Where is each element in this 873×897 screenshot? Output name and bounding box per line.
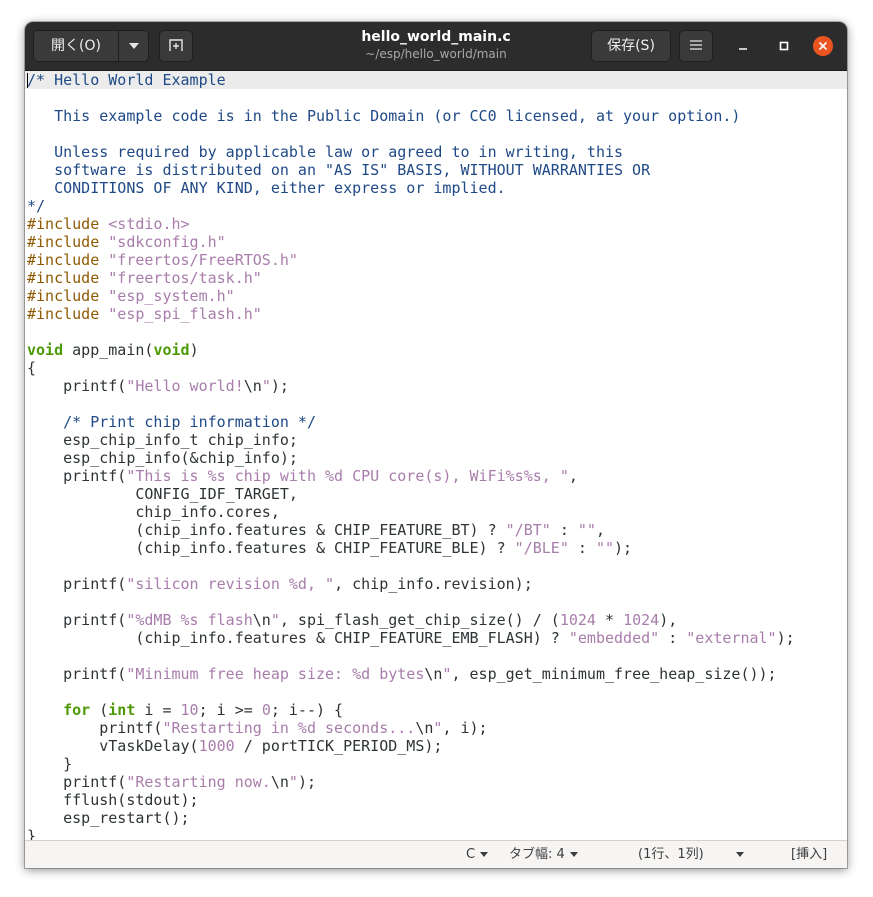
chevron-down-icon bbox=[480, 852, 489, 857]
hamburger-icon bbox=[690, 39, 702, 50]
chevron-down-icon bbox=[128, 43, 139, 49]
open-button[interactable]: 開く(O) bbox=[33, 30, 119, 62]
tab-width-selector[interactable]: タブ幅: 4 bbox=[509, 841, 578, 868]
header-bar: 開く(O) hello_world_main.c ~/esp/hello_wor… bbox=[25, 22, 847, 71]
close-button[interactable] bbox=[813, 36, 833, 56]
open-menu-button[interactable] bbox=[118, 30, 149, 62]
insert-mode-indicator[interactable]: [挿入] bbox=[791, 841, 827, 868]
new-tab-icon bbox=[169, 38, 183, 51]
code-editor[interactable]: /* Hello World Example This example code… bbox=[25, 71, 847, 840]
menu-button[interactable] bbox=[679, 30, 713, 62]
editor-window: 開く(O) hello_world_main.c ~/esp/hello_wor… bbox=[25, 22, 847, 868]
code-text: /* Hello World Example This example code… bbox=[27, 71, 795, 840]
close-icon bbox=[818, 41, 828, 51]
maximize-icon bbox=[779, 41, 789, 51]
cursor-position-label: (1行、1列) bbox=[638, 847, 704, 862]
open-button-label: 開く(O) bbox=[51, 38, 101, 54]
language-selector[interactable]: C bbox=[466, 841, 489, 868]
document-title: hello_world_main.c bbox=[361, 29, 511, 45]
insert-mode-label: [挿入] bbox=[791, 847, 828, 862]
document-path: ~/esp/hello_world/main bbox=[365, 47, 507, 61]
save-button[interactable]: 保存(S) bbox=[591, 30, 671, 62]
chevron-down-icon bbox=[735, 852, 744, 857]
chevron-down-icon bbox=[569, 852, 578, 857]
new-tab-button[interactable] bbox=[159, 30, 193, 62]
status-bar: C タブ幅: 4 (1行、1列) [挿入] bbox=[25, 840, 847, 868]
cursor-position-selector[interactable]: (1行、1列) bbox=[638, 841, 744, 868]
title-area: hello_world_main.c ~/esp/hello_world/mai… bbox=[305, 28, 567, 62]
tab-width-label: タブ幅: 4 bbox=[509, 847, 565, 862]
minimize-button[interactable] bbox=[733, 36, 753, 56]
maximize-button[interactable] bbox=[774, 36, 794, 56]
save-button-label: 保存(S) bbox=[607, 38, 655, 54]
minimize-icon bbox=[739, 48, 747, 50]
language-label: C bbox=[466, 847, 476, 862]
